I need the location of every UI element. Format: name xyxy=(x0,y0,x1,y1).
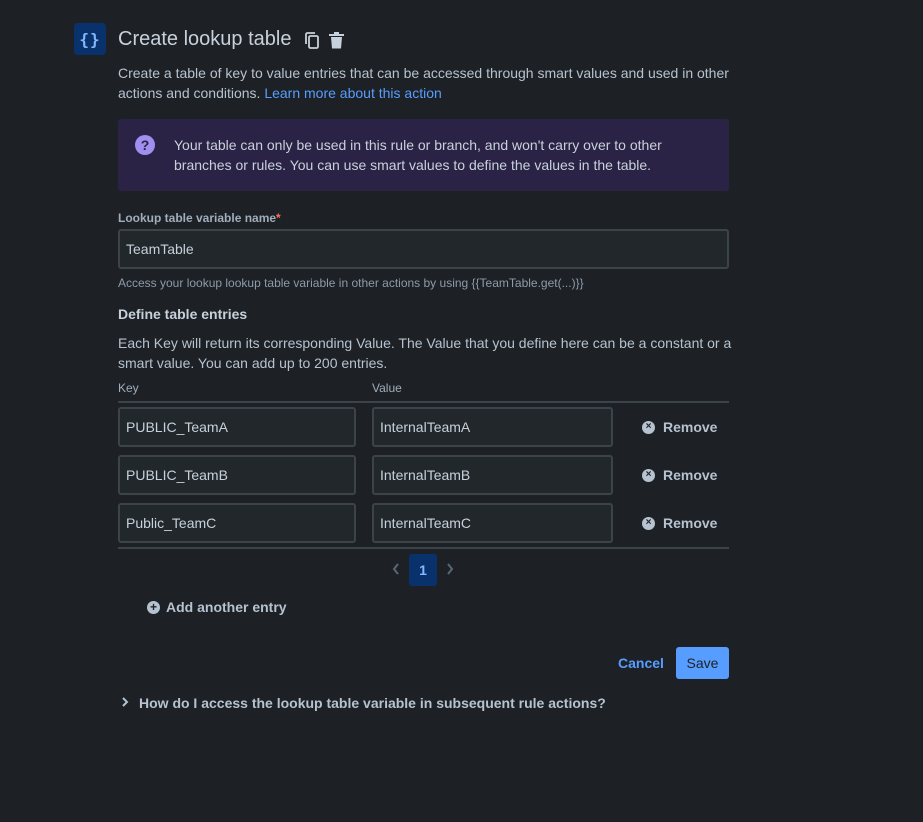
value-column-header: Value xyxy=(372,381,402,395)
key-input[interactable]: PUBLIC_TeamA xyxy=(118,407,356,447)
info-panel-text: Your table can only be used in this rule… xyxy=(174,137,662,173)
question-circle-icon: ? xyxy=(135,135,155,155)
key-input[interactable]: Public_TeamC xyxy=(118,503,356,543)
faq-expander[interactable]: How do I access the lookup table variabl… xyxy=(121,695,606,711)
required-marker: * xyxy=(276,211,281,225)
curly-braces-icon: {} xyxy=(74,23,106,55)
info-panel: ? Your table can only be used in this ru… xyxy=(118,119,729,191)
table-bottom-divider xyxy=(118,547,729,549)
entries-title: Define table entries xyxy=(118,306,248,322)
variable-name-input[interactable]: TeamTable xyxy=(118,229,729,269)
cancel-button[interactable]: Cancel xyxy=(618,655,664,671)
action-description: Create a table of key to value entries t… xyxy=(118,63,733,103)
trash-icon[interactable] xyxy=(327,30,345,50)
value-input[interactable]: InternalTeamB xyxy=(372,455,613,495)
key-input[interactable]: PUBLIC_TeamB xyxy=(118,455,356,495)
entries-description: Each Key will return its corresponding V… xyxy=(118,335,732,371)
save-button[interactable]: Save xyxy=(676,647,729,679)
value-input[interactable]: InternalTeamA xyxy=(372,407,613,447)
remove-label: Remove xyxy=(663,419,718,435)
remove-label: Remove xyxy=(663,467,718,483)
remove-icon: × xyxy=(642,516,655,530)
remove-label: Remove xyxy=(663,515,718,531)
key-column-header: Key xyxy=(118,381,139,395)
add-entry-button[interactable]: + Add another entry xyxy=(147,599,287,615)
table-top-divider xyxy=(118,401,729,403)
remove-entry-button[interactable]: × Remove xyxy=(642,515,717,531)
remove-entry-button[interactable]: × Remove xyxy=(642,467,717,483)
add-entry-label: Add another entry xyxy=(166,599,287,615)
page-title: Create lookup table xyxy=(118,28,292,50)
remove-icon: × xyxy=(642,468,655,482)
variable-name-label-text: Lookup table variable name xyxy=(118,211,277,225)
learn-more-link[interactable]: Learn more about this action xyxy=(264,85,441,101)
variable-name-helper: Access your lookup lookup table variable… xyxy=(118,276,584,290)
remove-icon: × xyxy=(642,420,655,434)
next-page-icon[interactable] xyxy=(445,561,455,582)
remove-entry-button[interactable]: × Remove xyxy=(642,419,717,435)
page-button-current[interactable]: 1 xyxy=(409,554,437,586)
previous-page-icon[interactable] xyxy=(391,561,401,582)
variable-name-label: Lookup table variable name* xyxy=(118,211,281,225)
faq-question: How do I access the lookup table variabl… xyxy=(139,695,606,711)
copy-icon[interactable] xyxy=(303,30,321,50)
value-input[interactable]: InternalTeamC xyxy=(372,503,613,543)
plus-circle-icon: + xyxy=(147,600,160,614)
chevron-right-icon xyxy=(121,695,129,711)
